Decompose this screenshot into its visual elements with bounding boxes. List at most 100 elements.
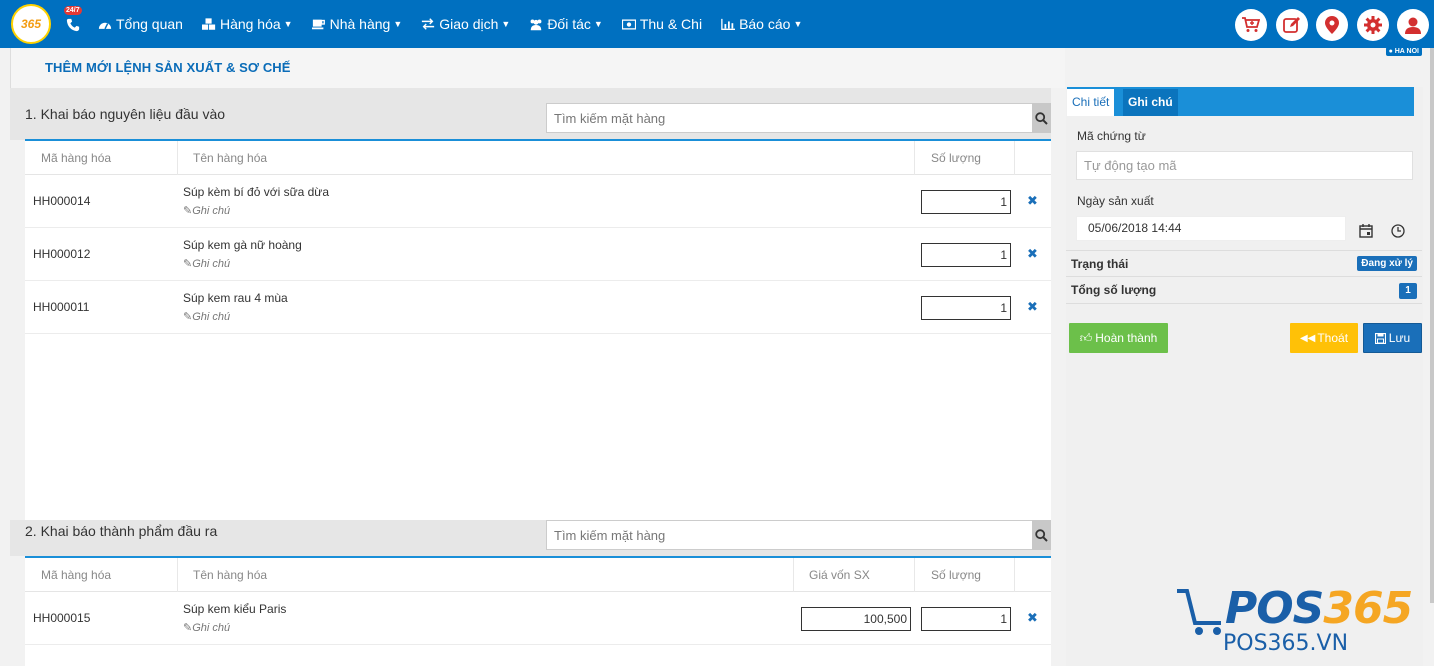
nav-doi-tac[interactable]: Đối tác ▼ xyxy=(529,16,603,32)
tab-chi-tiet[interactable]: Chi tiết xyxy=(1067,89,1115,116)
nav-hang-hoa[interactable]: Hàng hóa ▼ xyxy=(201,16,293,32)
detail-panel: Chi tiết Ghi chú Mã chứng từ Tự động tạo… xyxy=(1066,87,1423,666)
remove-icon[interactable]: ✖ xyxy=(1027,610,1038,626)
branch-tag[interactable]: ● HA NOI xyxy=(1385,47,1422,56)
top-actions xyxy=(1227,9,1429,41)
hotline-badge: 24/7 xyxy=(64,6,82,15)
user-button[interactable] xyxy=(1397,9,1429,41)
app-logo[interactable]: 365 xyxy=(11,4,51,44)
page-title: THÊM MỚI LỆNH SẢN XUẤT & SƠ CHẾ xyxy=(45,60,291,75)
remove-icon[interactable]: ✖ xyxy=(1027,299,1038,315)
remove-icon[interactable]: ✖ xyxy=(1027,193,1038,209)
output-search-box xyxy=(546,520,1051,550)
cart-button[interactable] xyxy=(1235,9,1267,41)
edit-button[interactable] xyxy=(1275,9,1308,41)
total-qty-badge: 1 xyxy=(1399,283,1417,299)
search-icon xyxy=(1035,111,1048,125)
item-note-link[interactable]: ✎Ghi chú xyxy=(183,204,230,217)
input-search-field[interactable] xyxy=(547,104,1033,132)
input-section-bar: 1. Khai báo nguyên liệu đầu vào xyxy=(10,88,1051,140)
quantity-input[interactable]: 1 xyxy=(921,190,1011,214)
nav-tong-quan[interactable]: Tổng quan xyxy=(98,16,183,32)
save-button[interactable]: Lưu xyxy=(1363,323,1422,353)
divider xyxy=(1066,303,1422,304)
col-separator xyxy=(914,558,915,592)
col-code-header: Mã hàng hóa xyxy=(41,568,112,582)
col-separator xyxy=(793,558,794,592)
calendar-icon[interactable] xyxy=(1359,224,1373,241)
phone-icon xyxy=(66,18,80,32)
table-row: HH000015 Súp kem kiểu Paris ✎Ghi chú 100… xyxy=(25,592,1051,645)
output-search-button[interactable] xyxy=(1032,520,1051,550)
exit-label: Thoát xyxy=(1317,331,1349,345)
nav-thu-chi[interactable]: Thu & Chi xyxy=(621,16,702,32)
exchange-icon xyxy=(421,17,435,31)
nav-label: Tổng quan xyxy=(116,16,183,32)
divider xyxy=(1066,250,1422,251)
col-separator xyxy=(1014,141,1015,175)
item-note-link[interactable]: ✎Ghi chú xyxy=(183,257,230,270)
col-price-header: Giá vốn SX xyxy=(809,568,870,582)
col-separator xyxy=(177,141,178,175)
output-search-field[interactable] xyxy=(547,521,1033,549)
input-search-button[interactable] xyxy=(1032,103,1051,133)
output-table: Mã hàng hóa Tên hàng hóa Giá vốn SX Số l… xyxy=(25,556,1051,666)
caret-down-icon: ▼ xyxy=(393,19,403,29)
item-code: HH000012 xyxy=(33,247,91,261)
quantity-input[interactable]: 1 xyxy=(921,296,1011,320)
caret-down-icon: ▼ xyxy=(501,19,511,29)
date-label: Ngày sản xuất xyxy=(1077,194,1154,208)
page-header: THÊM MỚI LỆNH SẢN XUẤT & SƠ CHẾ xyxy=(10,48,1065,88)
note-label: Ghi chú xyxy=(192,622,231,634)
production-date-field[interactable]: 05/06/2018 14:44 xyxy=(1076,216,1346,241)
location-icon xyxy=(1325,16,1339,34)
complete-label: Hoàn thành xyxy=(1095,331,1158,345)
col-separator xyxy=(1014,558,1015,592)
cart-icon xyxy=(1242,17,1260,32)
exit-button[interactable]: ◀◀ Thoát xyxy=(1290,323,1358,353)
top-navbar: 365 24/7 Tổng quan Hàng hóa ▼ Nhà hàng ▼ G… xyxy=(0,0,1434,48)
nav-label: Hàng hóa xyxy=(219,16,281,32)
item-name: Súp kem rau 4 mùa xyxy=(183,291,288,305)
money-icon xyxy=(621,17,636,31)
save-label: Lưu xyxy=(1388,331,1411,345)
caret-down-icon: ▼ xyxy=(593,19,603,29)
page-scrollbar[interactable] xyxy=(1430,48,1434,603)
logo-text: 365 xyxy=(20,17,42,31)
hotline[interactable]: 24/7 xyxy=(64,6,84,38)
nav-bao-cao[interactable]: Báo cáo ▼ xyxy=(721,16,802,32)
brand-name: POS365 xyxy=(1225,583,1413,634)
input-table-header: Mã hàng hóa Tên hàng hóa Số lượng xyxy=(25,141,1051,175)
tab-ghi-chu[interactable]: Ghi chú xyxy=(1123,89,1178,116)
nav-label: Giao dịch xyxy=(439,16,499,32)
item-name: Súp kem gà nữ hoàng xyxy=(183,238,302,252)
col-name-header: Tên hàng hóa xyxy=(193,568,268,582)
complete-button[interactable]: 👍︎ Hoàn thành xyxy=(1069,323,1168,353)
quantity-input[interactable]: 1 xyxy=(921,607,1011,631)
item-code: HH000011 xyxy=(33,300,90,314)
cost-price-input[interactable]: 100,500 xyxy=(801,607,911,631)
nav-giao-dich[interactable]: Giao dịch ▼ xyxy=(421,16,510,32)
input-search-box xyxy=(546,103,1051,133)
voucher-code-field[interactable]: Tự động tạo mã xyxy=(1076,151,1413,180)
settings-button[interactable] xyxy=(1356,9,1389,41)
map-marker-icon: ● xyxy=(1388,48,1393,55)
item-note-link[interactable]: ✎Ghi chú xyxy=(183,621,230,634)
col-qty-header: Số lượng xyxy=(931,151,981,165)
note-label: Ghi chú xyxy=(192,311,231,323)
nav-nha-hang[interactable]: Nhà hàng ▼ xyxy=(311,16,403,32)
location-button[interactable] xyxy=(1316,9,1348,41)
brand-website: POS365.VN xyxy=(1223,631,1349,656)
floppy-icon xyxy=(1374,332,1386,344)
item-name: Súp kem kiểu Paris xyxy=(183,602,287,616)
clock-icon[interactable] xyxy=(1391,224,1405,241)
quantity-input[interactable]: 1 xyxy=(921,243,1011,267)
remove-icon[interactable]: ✖ xyxy=(1027,246,1038,262)
bar-chart-icon xyxy=(721,17,736,31)
item-code: HH000014 xyxy=(33,194,91,208)
coffee-icon xyxy=(311,17,326,31)
item-note-link[interactable]: ✎Ghi chú xyxy=(183,310,230,323)
nav-label: Nhà hàng xyxy=(329,16,391,32)
edit-note-icon: ✎ xyxy=(183,258,193,270)
item-code: HH000015 xyxy=(33,611,91,625)
